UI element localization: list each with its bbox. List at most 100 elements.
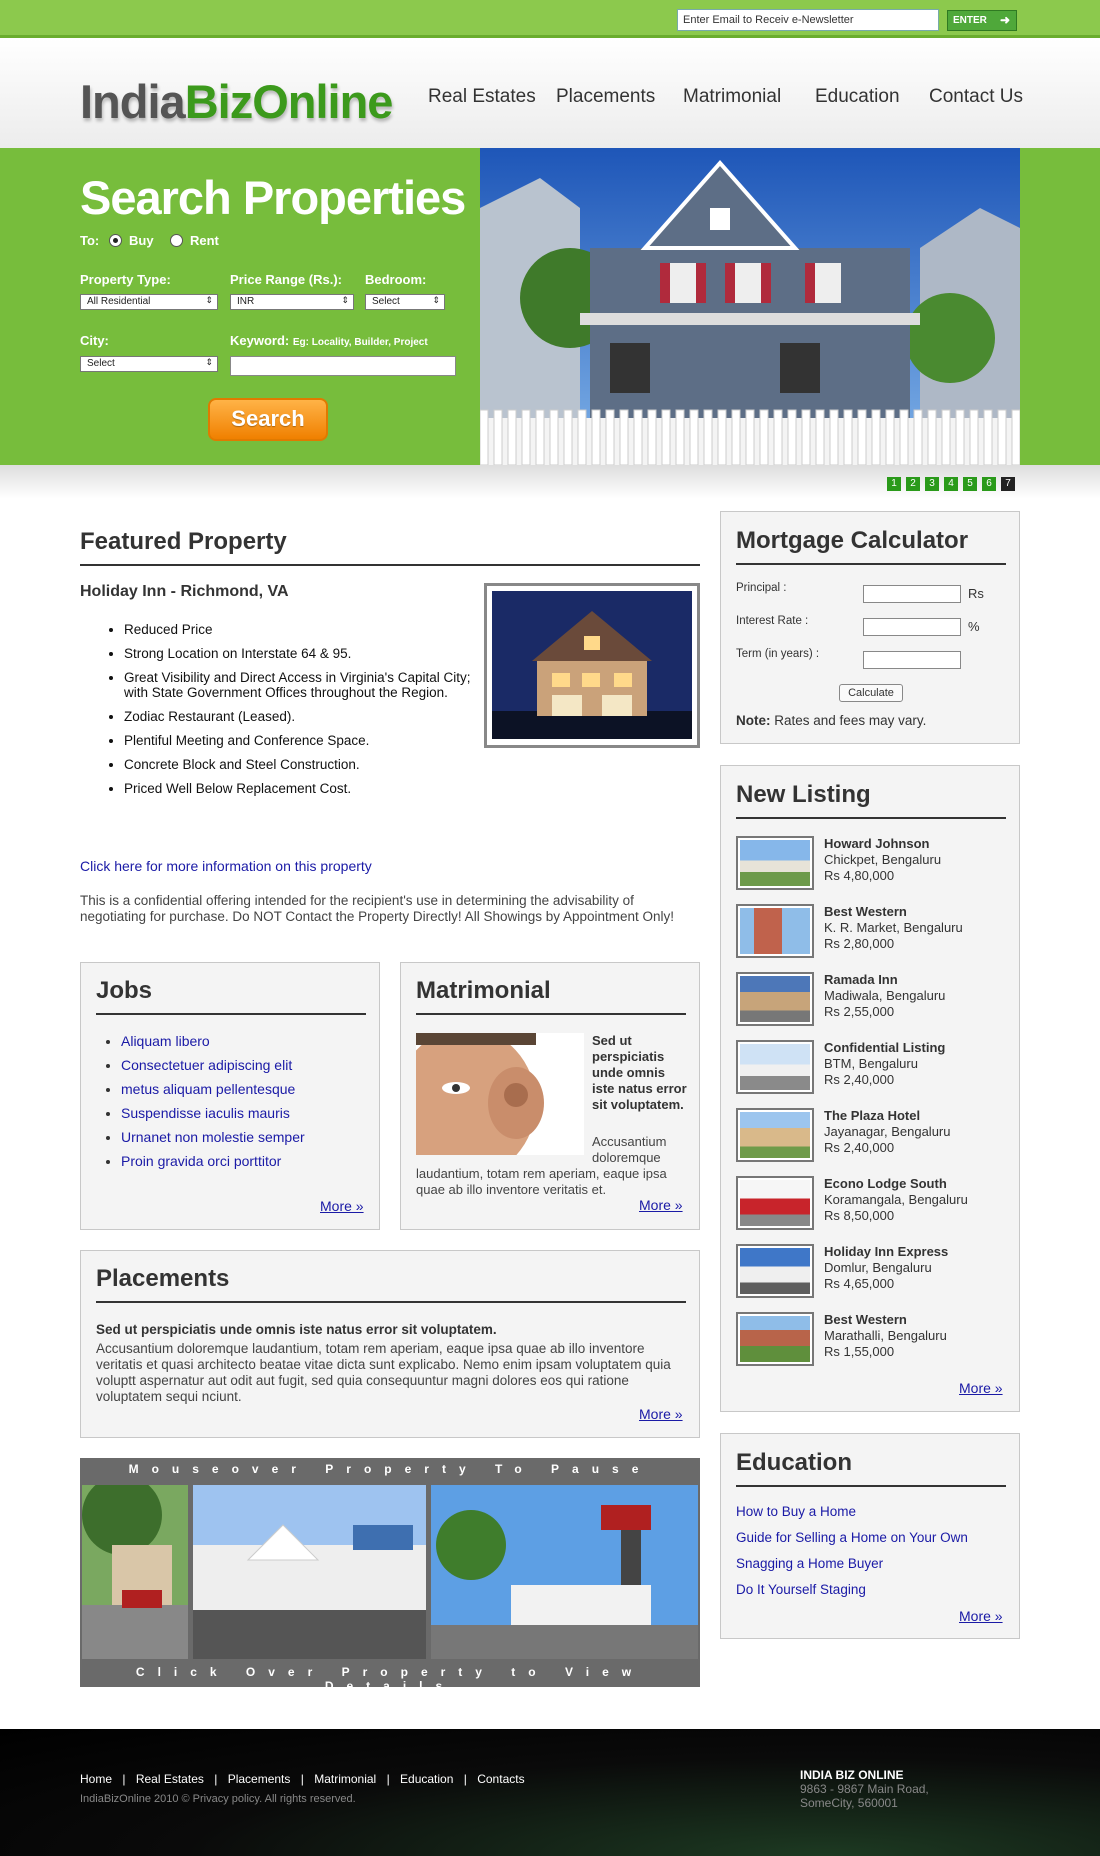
matrimonial-heading: Matrimonial [416, 977, 686, 1015]
education-link[interactable]: Do It Yourself Staging [736, 1582, 866, 1597]
gallery-photo-1[interactable] [82, 1485, 188, 1659]
listing-more-link[interactable]: More » [959, 1380, 1003, 1396]
education-link[interactable]: How to Buy a Home [736, 1504, 856, 1519]
city-select[interactable]: Select ⇕ [80, 356, 218, 372]
matrimonial-more-link[interactable]: More » [639, 1197, 683, 1213]
listing-thumbnail[interactable] [736, 1176, 814, 1230]
listing-thumbnail[interactable] [736, 1312, 814, 1366]
footer-link-placements[interactable]: Placements [228, 1772, 291, 1786]
listing-item[interactable]: Howard Johnson Chickpet, Bengaluru Rs 4,… [736, 836, 1006, 892]
nav-matrimonial[interactable]: Matrimonial [683, 86, 781, 108]
listing-item[interactable]: The Plaza Hotel Jayanagar, Bengaluru Rs … [736, 1108, 1006, 1164]
new-listing: New Listing Howard Johnson Chickpet, Ben… [720, 765, 1020, 1412]
bedroom-select[interactable]: Select ⇕ [365, 294, 445, 310]
listing-thumbnail[interactable] [736, 1108, 814, 1162]
footer-link-education[interactable]: Education [400, 1772, 453, 1786]
calculate-button[interactable]: Calculate [839, 684, 903, 702]
listing-item[interactable]: Best Western Marathalli, Bengaluru Rs 1,… [736, 1312, 1006, 1368]
listing-price: Rs 8,50,000 [824, 1208, 895, 1223]
footer-link-real-estates[interactable]: Real Estates [136, 1772, 204, 1786]
logo[interactable]: IndiaBizOnline [80, 74, 394, 129]
listing-thumbnail[interactable] [736, 904, 814, 958]
slide-dot-7[interactable]: 7 [1001, 477, 1015, 491]
logo-part2: BizOnline [184, 75, 394, 128]
hero-search: Search Properties To: Buy Rent Property … [0, 148, 1100, 465]
education-link[interactable]: Snagging a Home Buyer [736, 1556, 883, 1571]
interest-rate-input[interactable] [863, 618, 961, 636]
footer-link-contacts[interactable]: Contacts [477, 1772, 524, 1786]
slide-dot-3[interactable]: 3 [925, 477, 939, 491]
gallery-photo-3[interactable] [431, 1485, 698, 1659]
list-item: Strong Location on Interstate 64 & 95. [124, 646, 474, 661]
matrimonial-photo[interactable] [416, 1033, 584, 1155]
education-link[interactable]: Guide for Selling a Home on Your Own [736, 1530, 968, 1545]
job-link[interactable]: Suspendisse iaculis mauris [121, 1105, 290, 1121]
featured-photo[interactable] [484, 583, 700, 748]
slide-dot-5[interactable]: 5 [963, 477, 977, 491]
gallery-photo-2[interactable] [193, 1485, 426, 1659]
job-link[interactable]: Urnanet non molestie semper [121, 1129, 305, 1145]
search-button[interactable]: Search [208, 398, 328, 441]
listing-name[interactable]: Howard Johnson [824, 836, 929, 851]
nav-education[interactable]: Education [815, 86, 900, 108]
city-value: Select [87, 358, 115, 369]
price-range-select[interactable]: INR ⇕ [230, 294, 354, 310]
keyword-input[interactable] [230, 356, 456, 376]
listing-location: Koramangala, Bengaluru [824, 1192, 968, 1207]
listing-item[interactable]: Ramada Inn Madiwala, Bengaluru Rs 2,55,0… [736, 972, 1006, 1028]
listing-name[interactable]: Confidential Listing [824, 1040, 945, 1055]
listing-name[interactable]: Econo Lodge South [824, 1176, 947, 1191]
job-link[interactable]: Proin gravida orci porttitor [121, 1153, 281, 1169]
footer-link-home[interactable]: Home [80, 1772, 112, 1786]
slide-dot-2[interactable]: 2 [906, 477, 920, 491]
listing-name[interactable]: Ramada Inn [824, 972, 898, 987]
education-heading: Education [736, 1449, 1006, 1487]
more-info-link[interactable]: Click here for more information on this … [80, 858, 372, 874]
buy-radio[interactable] [109, 234, 122, 247]
matrimonial-box: Matrimonial Sed ut perspiciatis unde omn… [400, 962, 700, 1230]
job-link[interactable]: Consectetuer adipiscing elit [121, 1057, 292, 1073]
listing-thumbnail[interactable] [736, 972, 814, 1026]
jobs-more-link[interactable]: More » [320, 1198, 364, 1214]
footer-link-matrimonial[interactable]: Matrimonial [314, 1772, 376, 1786]
listing-item[interactable]: Econo Lodge South Koramangala, Bengaluru… [736, 1176, 1006, 1232]
job-link[interactable]: Aliquam libero [121, 1033, 210, 1049]
principal-input[interactable] [863, 585, 961, 603]
listing-thumbnail[interactable] [736, 836, 814, 890]
listing-item[interactable]: Confidential Listing BTM, Bengaluru Rs 2… [736, 1040, 1006, 1096]
listing-price: Rs 4,80,000 [824, 868, 895, 883]
property-type-select[interactable]: All Residential ⇕ [80, 294, 218, 310]
buy-label: Buy [129, 233, 154, 248]
education-more-link[interactable]: More » [959, 1608, 1003, 1624]
jobs-list: Aliquam libero Consectetuer adipiscing e… [121, 1033, 305, 1177]
interest-rate-label: Interest Rate : [736, 615, 809, 627]
listing-name[interactable]: Holiday Inn Express [824, 1244, 948, 1259]
slide-dot-4[interactable]: 4 [944, 477, 958, 491]
listing-item[interactable]: Holiday Inn Express Domlur, Bengaluru Rs… [736, 1244, 1006, 1300]
newsletter-email-input[interactable] [677, 9, 939, 31]
enter-button[interactable]: ENTER ➜ [947, 10, 1017, 31]
listing-thumbnail[interactable] [736, 1244, 814, 1298]
term-input[interactable] [863, 651, 961, 669]
rent-radio[interactable] [170, 234, 183, 247]
listing-location: Marathalli, Bengaluru [824, 1328, 947, 1343]
list-item: Zodiac Restaurant (Leased). [124, 709, 474, 724]
footer-company: INDIA BIZ ONLINE [800, 1768, 904, 1782]
slide-dot-1[interactable]: 1 [887, 477, 901, 491]
listing-name[interactable]: Best Western [824, 1312, 907, 1327]
listing-name[interactable]: Best Western [824, 904, 907, 919]
mortgage-note: Note: Rates and fees may vary. [736, 713, 926, 728]
featured-property: Featured Property Holiday Inn - Richmond… [80, 528, 700, 924]
nav-contact-us[interactable]: Contact Us [929, 86, 1023, 108]
nav-placements[interactable]: Placements [556, 86, 655, 108]
listing-item[interactable]: Best Western K. R. Market, Bengaluru Rs … [736, 904, 1006, 960]
listing-name[interactable]: The Plaza Hotel [824, 1108, 920, 1123]
percent-label: % [968, 619, 980, 634]
listing-thumbnail[interactable] [736, 1040, 814, 1094]
hero-house-photo[interactable] [480, 148, 1020, 465]
placements-heading: Placements [96, 1265, 686, 1303]
placements-more-link[interactable]: More » [639, 1406, 683, 1422]
nav-real-estates[interactable]: Real Estates [428, 86, 536, 108]
job-link[interactable]: metus aliquam pellentesque [121, 1081, 295, 1097]
slide-dot-6[interactable]: 6 [982, 477, 996, 491]
